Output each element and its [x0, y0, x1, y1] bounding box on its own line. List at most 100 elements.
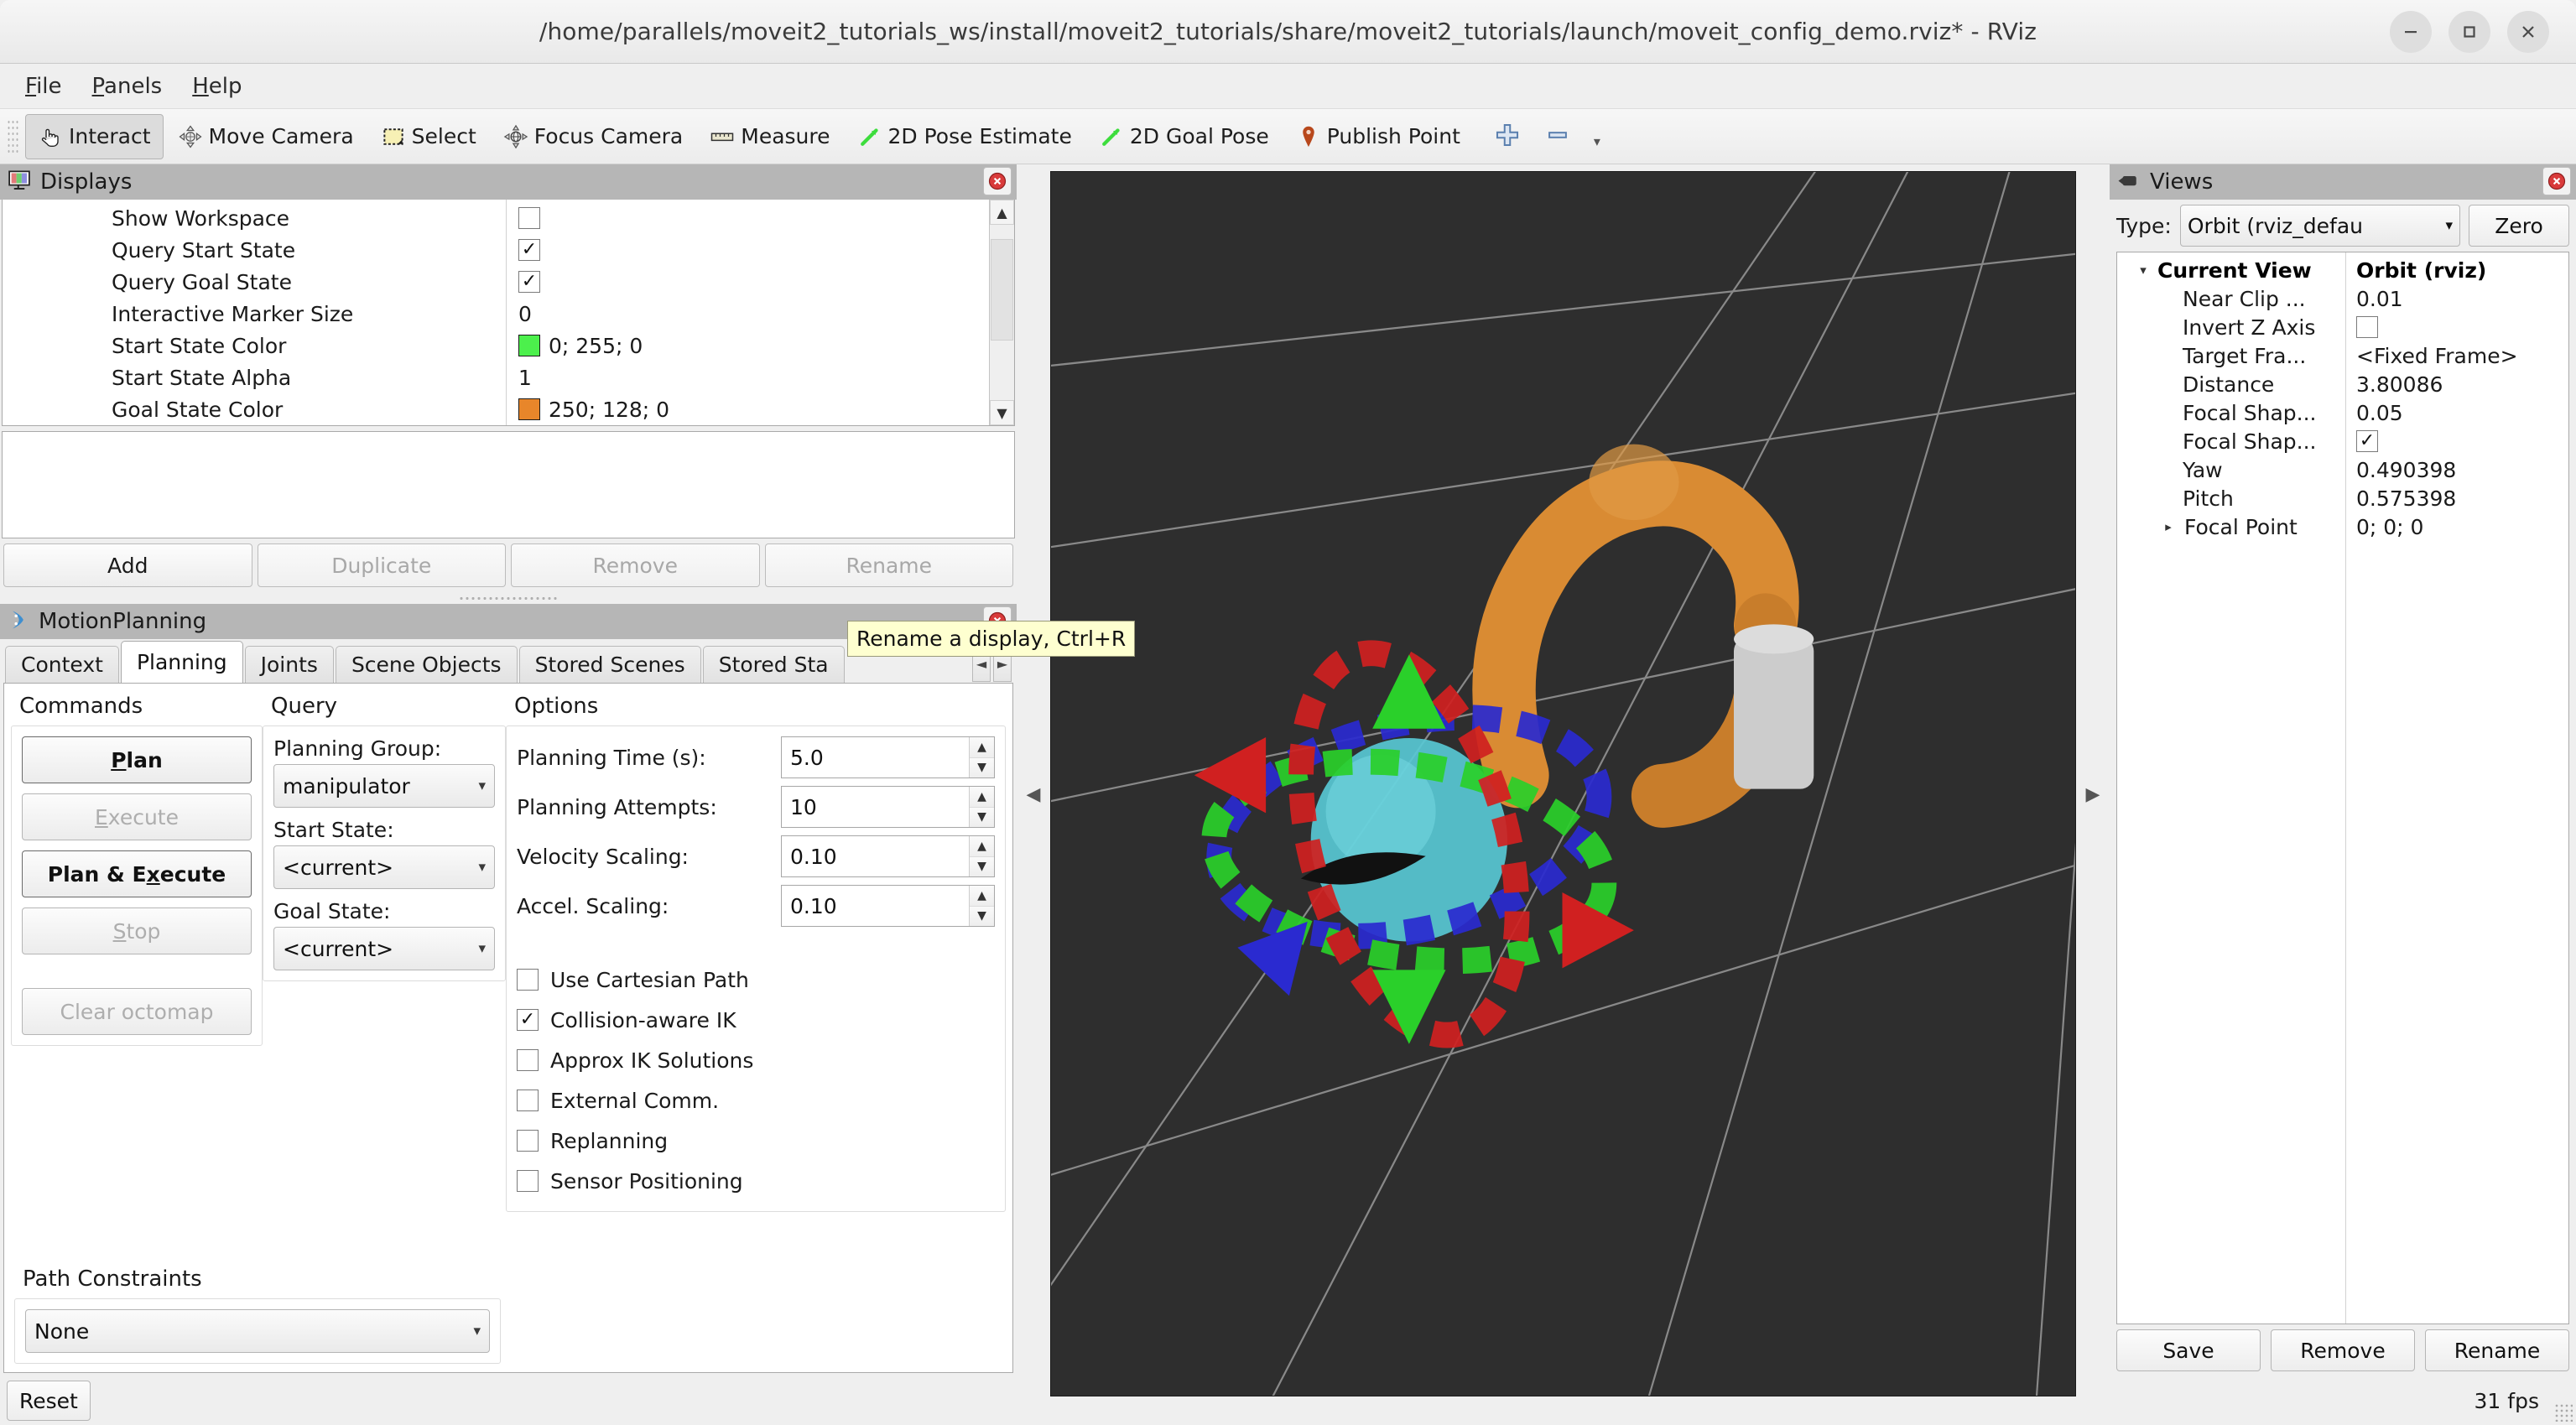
views-row-target-frame[interactable]: Target Fra...	[2117, 341, 2345, 370]
accel-scaling-value[interactable]: 0.10	[782, 886, 969, 926]
add-display-button[interactable]: Add	[3, 543, 252, 587]
chevron-down-icon[interactable]: ▾	[1594, 133, 1600, 153]
scroll-down-icon[interactable]: ▼	[990, 400, 1014, 425]
menu-panels[interactable]: Panels	[81, 69, 174, 104]
table-row[interactable]: Start State Alpha	[3, 361, 506, 393]
views-value-near-clip[interactable]: 0.01	[2346, 284, 2568, 313]
view-type-select[interactable]: Orbit (rviz_defau ▾	[2180, 205, 2460, 247]
views-row-near-clip[interactable]: Near Clip ...	[2117, 284, 2345, 313]
planning-time-value[interactable]: 5.0	[782, 737, 969, 778]
duplicate-display-button[interactable]: Duplicate	[258, 543, 507, 587]
views-value-pitch[interactable]: 0.575398	[2346, 484, 2568, 512]
views-value-focal-shape-size[interactable]: 0.05	[2346, 398, 2568, 427]
scrollbar-thumb[interactable]	[991, 239, 1013, 341]
replanning-checkbox[interactable]	[517, 1130, 539, 1152]
approx-ik-solutions-row[interactable]: Approx IK Solutions	[517, 1040, 995, 1080]
spin-up-icon[interactable]: ▲	[970, 787, 994, 807]
spin-down-icon[interactable]: ▼	[970, 807, 994, 828]
tool-2d-goal-pose[interactable]: 2D Goal Pose	[1086, 114, 1282, 159]
reset-button[interactable]: Reset	[7, 1381, 91, 1421]
spin-down-icon[interactable]: ▼	[970, 856, 994, 877]
focal-shape-fixed-checkbox[interactable]: ✓	[2356, 430, 2378, 452]
rename-view-button[interactable]: Rename	[2425, 1329, 2569, 1371]
views-row-yaw[interactable]: Yaw	[2117, 455, 2345, 484]
panel-splitter[interactable]	[458, 592, 559, 604]
views-row-current-view[interactable]: ▾ Current View	[2117, 256, 2345, 284]
plan-and-execute-button[interactable]: Plan & Execute	[22, 850, 252, 897]
spin-up-icon[interactable]: ▲	[970, 836, 994, 856]
use-cartesian-path-row[interactable]: Use Cartesian Path	[517, 960, 995, 1000]
planning-attempts-spinner[interactable]: 10 ▲ ▼	[781, 786, 995, 828]
tab-joints[interactable]: Joints	[245, 646, 334, 683]
views-row-pitch[interactable]: Pitch	[2117, 484, 2345, 512]
tool-move-camera[interactable]: Move Camera	[165, 114, 367, 159]
tab-stored-states[interactable]: Stored Sta	[703, 646, 845, 683]
collision-aware-ik-checkbox[interactable]: ✓	[517, 1009, 539, 1031]
clear-octomap-button[interactable]: Clear octomap	[22, 988, 252, 1035]
table-cell-value[interactable]: 250; 128; 0	[507, 393, 989, 425]
views-value-focal-shape-fixed[interactable]: ✓	[2346, 427, 2568, 455]
views-value-yaw[interactable]: 0.490398	[2346, 455, 2568, 484]
left-collapse-handle[interactable]: ◀	[1017, 164, 1050, 1425]
right-collapse-handle[interactable]: ▶	[2076, 164, 2110, 1425]
plan-button[interactable]: Plan	[22, 736, 252, 783]
tool-measure[interactable]: Measure	[697, 114, 842, 159]
query-goal-state-checkbox[interactable]: ✓	[518, 271, 540, 293]
displays-close-icon[interactable]	[983, 167, 1012, 195]
stop-button[interactable]: Stop	[22, 908, 252, 954]
views-tree[interactable]: ▾ Current View Near Clip ... Invert Z Ax…	[2116, 252, 2569, 1324]
table-row[interactable]: Interactive Marker Size	[3, 298, 506, 330]
external-comm-row[interactable]: External Comm.	[517, 1080, 995, 1121]
scroll-up-icon[interactable]: ▲	[990, 200, 1014, 225]
save-view-button[interactable]: Save	[2116, 1329, 2261, 1371]
start-state-select[interactable]: <current> ▾	[273, 845, 495, 889]
velocity-scaling-value[interactable]: 0.10	[782, 836, 969, 876]
displays-tree[interactable]: Show Workspace Query Start State Query G…	[2, 200, 1015, 426]
table-cell-value[interactable]: 1	[507, 361, 989, 393]
accel-scaling-spinner[interactable]: 0.10 ▲ ▼	[781, 885, 995, 927]
tool-publish-point[interactable]: Publish Point	[1283, 114, 1473, 159]
views-value-target-frame[interactable]: <Fixed Frame>	[2346, 341, 2568, 370]
chevron-down-icon[interactable]: ▾	[2136, 263, 2151, 278]
spin-down-icon[interactable]: ▼	[970, 757, 994, 778]
velocity-scaling-spinner[interactable]: 0.10 ▲ ▼	[781, 835, 995, 877]
chevron-right-icon[interactable]: ▸	[2161, 519, 2176, 534]
close-button[interactable]	[2507, 11, 2549, 53]
goal-state-select[interactable]: <current> ▾	[273, 927, 495, 970]
displays-scrollbar[interactable]: ▲ ▼	[989, 200, 1014, 425]
menu-help[interactable]: Help	[180, 69, 253, 104]
minus-icon[interactable]	[1543, 121, 1572, 153]
tool-focus-camera[interactable]: Focus Camera	[491, 114, 695, 159]
maximize-button[interactable]	[2449, 11, 2490, 53]
table-row[interactable]: Query Goal State	[3, 266, 506, 298]
table-row[interactable]: Show Workspace	[3, 202, 506, 234]
path-constraints-select[interactable]: None ▾	[25, 1309, 490, 1353]
approx-ik-solutions-checkbox[interactable]	[517, 1049, 539, 1071]
views-row-focal-shape-fixed[interactable]: Focal Shap...	[2117, 427, 2345, 455]
resize-grip[interactable]	[2554, 1403, 2573, 1422]
tab-scene-objects[interactable]: Scene Objects	[336, 646, 518, 683]
views-row-distance[interactable]: Distance	[2117, 370, 2345, 398]
tab-planning[interactable]: Planning	[121, 641, 243, 683]
collision-aware-ik-row[interactable]: ✓ Collision-aware IK	[517, 1000, 995, 1040]
invert-z-axis-checkbox[interactable]	[2356, 316, 2378, 338]
sensor-positioning-row[interactable]: Sensor Positioning	[517, 1161, 995, 1201]
table-cell-value[interactable]: ✓	[507, 234, 989, 266]
views-value-focal-point[interactable]: 0; 0; 0	[2346, 512, 2568, 541]
tool-2d-pose-estimate[interactable]: 2D Pose Estimate	[845, 114, 1085, 159]
views-close-icon[interactable]	[2542, 167, 2571, 195]
tab-context[interactable]: Context	[5, 646, 119, 683]
remove-display-button[interactable]: Remove	[511, 543, 760, 587]
table-cell-value[interactable]: 0	[507, 298, 989, 330]
tab-stored-scenes[interactable]: Stored Scenes	[519, 646, 701, 683]
tool-select[interactable]: Select	[368, 114, 489, 159]
table-row[interactable]: Goal State Color	[3, 393, 506, 425]
plus-icon[interactable]	[1493, 121, 1522, 153]
spin-up-icon[interactable]: ▲	[970, 886, 994, 906]
execute-button[interactable]: Execute	[22, 793, 252, 840]
sensor-positioning-checkbox[interactable]	[517, 1170, 539, 1192]
external-comm-checkbox[interactable]	[517, 1090, 539, 1111]
views-row-focal-point[interactable]: ▸ Focal Point	[2117, 512, 2345, 541]
scrollbar-track[interactable]	[990, 225, 1014, 400]
goal-state-color-swatch[interactable]	[518, 398, 540, 420]
